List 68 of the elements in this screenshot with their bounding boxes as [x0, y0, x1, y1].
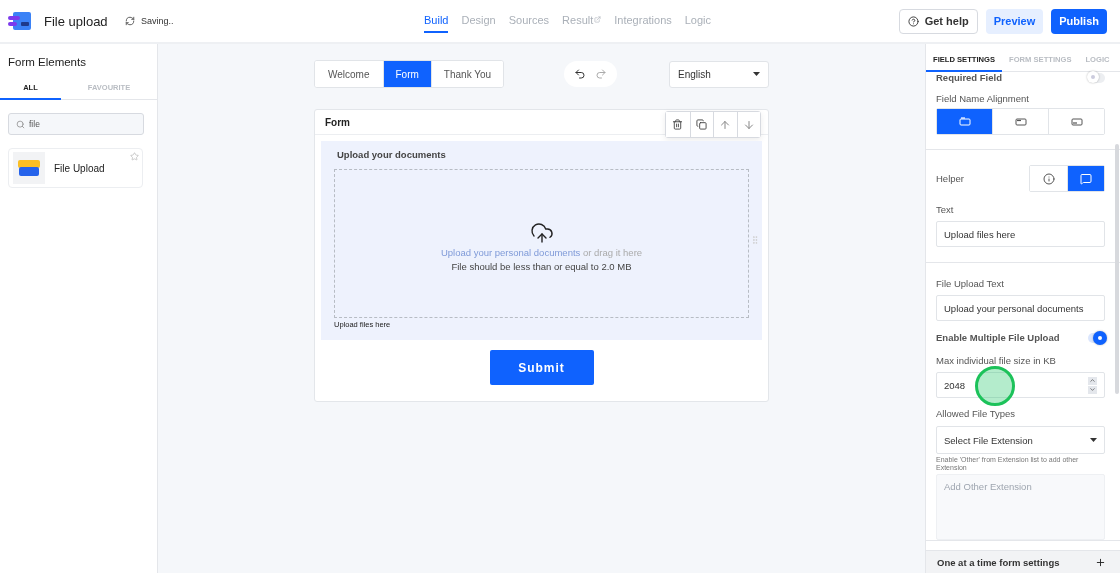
plus-icon	[1095, 556, 1106, 568]
helper-option[interactable]	[1067, 166, 1104, 191]
arrow-up-icon	[719, 118, 732, 131]
toggle-switch[interactable]	[1088, 72, 1105, 83]
setting-label: Max individual file size in KB	[936, 355, 1057, 366]
drag-handle-icon[interactable]	[750, 235, 760, 245]
setting-label: File Upload Text	[936, 278, 1005, 289]
text-field[interactable]: Upload files here	[936, 221, 1105, 247]
decrement-icon[interactable]	[1088, 385, 1097, 394]
number-field[interactable]: 2048	[936, 372, 1105, 398]
alignment-option[interactable]	[937, 109, 992, 134]
submit-button[interactable]: Submit	[489, 350, 594, 385]
field-label: Upload your documents	[336, 149, 447, 160]
search-field[interactable]: file	[8, 113, 144, 135]
step-tab[interactable]: Form	[382, 61, 431, 87]
alignment-icon	[1070, 117, 1083, 126]
help-button[interactable]: Get help	[898, 8, 978, 34]
delete-button[interactable]	[666, 112, 690, 137]
arrow-down-icon	[742, 118, 755, 131]
preview-button[interactable]: Preview	[985, 8, 1044, 34]
setting-label: Field Name Alignment	[936, 93, 1030, 104]
info-icon	[1042, 172, 1055, 185]
undo-icon[interactable]	[574, 68, 587, 80]
upload-link[interactable]: Upload your personal documents	[440, 247, 581, 258]
increment-icon[interactable]	[1088, 376, 1097, 385]
alignment-icon	[958, 117, 971, 126]
setting-label: Text	[936, 204, 955, 215]
tooltip-icon	[1080, 172, 1092, 185]
size-limit: File should be less than or equal to 2.0 MB	[451, 261, 632, 272]
copy-icon	[696, 119, 708, 130]
drop-instructions: Upload your personal documents or drag it here	[440, 247, 643, 258]
caret-icon	[753, 72, 760, 76]
save-status: Saving..	[141, 16, 174, 26]
language-select[interactable]: English	[669, 60, 769, 88]
form-title: File upload	[44, 13, 109, 29]
scrollbar[interactable]	[1115, 144, 1119, 394]
drop-zone[interactable]: Upload your personal documents or drag it here File should be less than or equal to 2.0 MB	[334, 169, 749, 318]
alignment-icon	[1014, 117, 1027, 126]
external-link-icon	[594, 16, 602, 23]
trash-icon	[672, 119, 684, 130]
caret-icon	[1090, 438, 1097, 442]
publish-button[interactable]: Publish	[1051, 8, 1107, 34]
move-up-button[interactable]	[713, 112, 737, 137]
toggle-switch[interactable]	[1088, 332, 1105, 343]
star-icon[interactable]	[130, 152, 139, 161]
help-icon	[907, 15, 919, 27]
search-icon	[16, 119, 25, 129]
refresh-icon	[125, 16, 135, 26]
extension-select[interactable]: Select File Extension	[936, 426, 1105, 454]
card-title: Form	[325, 116, 350, 128]
duplicate-button[interactable]	[689, 112, 713, 137]
step-tab[interactable]: Thank You	[430, 61, 504, 87]
text-field[interactable]: Upload your personal documents	[936, 295, 1105, 321]
sidebar-title: Form Elements	[7, 55, 87, 70]
setting-label: Enable Multiple File Upload	[936, 332, 1060, 343]
element-card[interactable]: File Upload	[8, 148, 143, 188]
logo-icon	[8, 12, 31, 30]
setting-label: Required Field	[936, 72, 1002, 83]
redo-icon[interactable]	[594, 68, 607, 80]
move-down-button[interactable]	[736, 112, 760, 137]
accordion-header[interactable]: One at a time form settings	[926, 550, 1120, 573]
setting-label: Helper	[936, 173, 964, 184]
file-upload-icon	[17, 159, 41, 177]
setting-label: Allowed File Types	[936, 408, 1017, 419]
element-label: File Upload	[54, 162, 105, 174]
nav-tab[interactable]: Build	[424, 9, 449, 33]
cloud-upload-icon	[529, 221, 554, 245]
alignment-option[interactable]	[1048, 109, 1104, 134]
